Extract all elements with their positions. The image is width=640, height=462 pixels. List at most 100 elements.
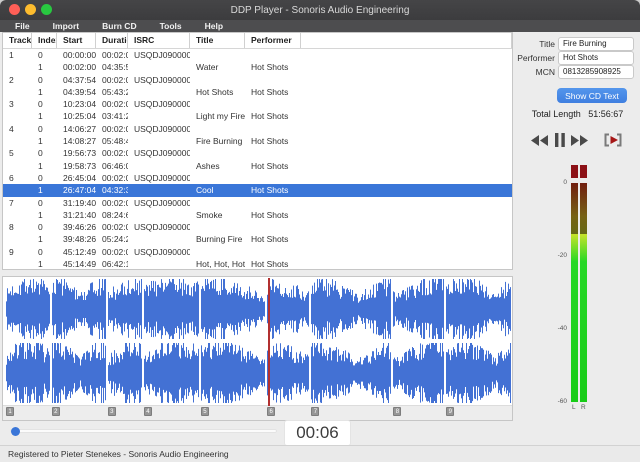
cell-title bbox=[190, 49, 245, 61]
title-bar[interactable]: DDP Player - Sonoris Audio Engineering bbox=[0, 0, 640, 20]
rewind-icon bbox=[531, 134, 548, 146]
fast-forward-button[interactable] bbox=[571, 134, 589, 146]
pause-button[interactable] bbox=[555, 133, 565, 147]
cell-performer: Hot Shots bbox=[251, 111, 289, 122]
column-header-index[interactable]: Index bbox=[32, 33, 57, 48]
zoom-window-button[interactable] bbox=[41, 4, 52, 15]
show-cd-text-button[interactable]: Show CD Text bbox=[557, 88, 627, 103]
track-marker-flag: 7 bbox=[311, 407, 320, 416]
table-row[interactable]: 3 0 10:23:04 00:02:00 USQDJ0900003 bbox=[3, 98, 512, 110]
waveform-display[interactable]: 1 2 3 4 5 6 7 8 9 bbox=[2, 276, 513, 421]
cell-title bbox=[190, 74, 245, 86]
track-marker-flag: 8 bbox=[393, 407, 402, 416]
table-row[interactable]: 1 26:47:04 04:32:36 Cool Hot Shots bbox=[3, 184, 512, 197]
menu-item-file[interactable]: File bbox=[15, 21, 30, 31]
total-length-value: 51:56:67 bbox=[588, 109, 624, 119]
cell-performer bbox=[245, 221, 301, 233]
menu-item-burn-cd[interactable]: Burn CD bbox=[102, 21, 136, 31]
title-field[interactable]: Fire Burning bbox=[558, 37, 634, 51]
column-header-title[interactable]: Title bbox=[190, 33, 245, 48]
column-header-isrc[interactable]: ISRC bbox=[128, 33, 190, 48]
playhead-line[interactable] bbox=[268, 278, 270, 406]
cell-track bbox=[3, 61, 32, 73]
cell-index: 0 bbox=[38, 148, 43, 159]
table-row[interactable]: 1 10:25:04 03:41:23 Light my Fire Hot Shots bbox=[3, 110, 512, 122]
cell-performer: Hot Shots bbox=[251, 259, 289, 270]
cell-start: 19:58:73 bbox=[63, 160, 96, 171]
level-meter-right bbox=[580, 183, 587, 402]
table-row[interactable]: 1 39:48:26 05:24:23 Burning Fire Hot Shots bbox=[3, 233, 512, 245]
table-row[interactable]: 1 45:14:49 06:42:18 Hot, Hot, Hot Hot Shots bbox=[3, 258, 512, 270]
column-header-track[interactable]: Track bbox=[3, 33, 32, 48]
mcn-field[interactable]: 0813285908925 bbox=[558, 65, 634, 79]
cell-title bbox=[190, 98, 245, 110]
column-header-duration[interactable]: Duration bbox=[96, 33, 128, 48]
cell-performer bbox=[245, 246, 301, 258]
cell-index: 1 bbox=[38, 259, 43, 270]
cell-title: Hot, Hot, Hot bbox=[196, 259, 245, 270]
seek-slider-handle[interactable] bbox=[11, 427, 21, 436]
track-marker-strip bbox=[3, 405, 512, 420]
table-row[interactable]: 9 0 45:12:49 00:02:00 USQDJ0900009 bbox=[3, 246, 512, 258]
table-row[interactable]: 2 0 04:37:54 00:02:00 USQDJ0900002 bbox=[3, 74, 512, 86]
cell-title: Smoke bbox=[196, 209, 223, 220]
cell-index: 0 bbox=[38, 222, 43, 233]
cell-isrc: USQDJ0900009 bbox=[134, 246, 190, 257]
cd-text-panel: Title Fire Burning Performer Hot Shots M… bbox=[515, 31, 640, 445]
menu-item-help[interactable]: Help bbox=[205, 21, 223, 31]
table-row[interactable]: 5 0 19:56:73 00:02:00 USQDJ0900005 bbox=[3, 147, 512, 159]
column-header-start[interactable]: Start bbox=[57, 33, 96, 48]
cell-index: 1 bbox=[38, 86, 43, 97]
table-row[interactable]: 1 31:21:40 08:24:61 Smoke Hot Shots bbox=[3, 209, 512, 221]
total-length: Total Length 51:56:67 bbox=[515, 109, 640, 119]
cell-track bbox=[3, 258, 32, 269]
cell-performer bbox=[245, 147, 301, 159]
table-row[interactable]: 4 0 14:06:27 00:02:00 USQDJ0900004 bbox=[3, 123, 512, 135]
cell-duration: 03:41:23 bbox=[102, 111, 128, 122]
cell-isrc: USQDJ0900007 bbox=[134, 197, 190, 208]
cell-start: 14:08:27 bbox=[63, 136, 96, 147]
rewind-button[interactable] bbox=[531, 134, 549, 146]
seek-slider-track[interactable] bbox=[10, 429, 277, 433]
menu-item-import[interactable]: Import bbox=[53, 21, 79, 31]
cell-isrc: USQDJ0900006 bbox=[134, 172, 190, 183]
cell-title: Ashes bbox=[196, 160, 220, 171]
close-window-button[interactable] bbox=[9, 4, 20, 15]
table-row[interactable]: 1 04:39:54 05:43:25 Hot Shots Hot Shots bbox=[3, 86, 512, 98]
table-row[interactable]: 1 19:58:73 06:46:06 Ashes Hot Shots bbox=[3, 160, 512, 172]
cell-duration: 00:02:00 bbox=[102, 197, 128, 208]
performer-field[interactable]: Hot Shots bbox=[558, 51, 634, 65]
pause-icon bbox=[555, 133, 565, 147]
table-row[interactable]: 7 0 31:19:40 00:02:00 USQDJ0900007 bbox=[3, 197, 512, 209]
cell-duration: 00:02:00 bbox=[102, 123, 128, 134]
time-display: 00:06 bbox=[285, 421, 350, 445]
cell-isrc: USQDJ0900005 bbox=[134, 148, 190, 159]
table-row[interactable]: 6 0 26:45:04 00:02:00 USQDJ0900006 bbox=[3, 172, 512, 184]
cell-title bbox=[190, 221, 245, 233]
cell-isrc bbox=[128, 135, 190, 147]
column-header-performer[interactable]: Performer bbox=[245, 33, 301, 48]
cell-index: 1 bbox=[38, 136, 43, 147]
cell-performer: Hot Shots bbox=[251, 86, 289, 97]
play-selection-button[interactable] bbox=[603, 133, 623, 147]
minimize-window-button[interactable] bbox=[25, 4, 36, 15]
cell-title: Cool bbox=[196, 185, 214, 196]
level-meter-left bbox=[571, 183, 578, 402]
table-body: 1000:00:0000:02:00USQDJ0900001100:02:000… bbox=[3, 49, 512, 270]
cell-index: 1 bbox=[38, 234, 43, 245]
cell-start: 39:46:26 bbox=[63, 222, 96, 233]
table-row[interactable]: 1 0 00:00:00 00:02:00 USQDJ0900001 bbox=[3, 49, 512, 61]
cell-index: 1 bbox=[38, 185, 43, 196]
cell-track bbox=[3, 86, 32, 98]
table-row[interactable]: 8 0 39:46:26 00:02:00 USQDJ0900008 bbox=[3, 221, 512, 233]
table-row[interactable]: 1 14:08:27 05:48:46 Fire Burning Hot Shots bbox=[3, 135, 512, 147]
cell-start: 45:12:49 bbox=[63, 246, 96, 257]
cell-performer bbox=[245, 123, 301, 135]
cell-duration: 00:02:00 bbox=[102, 222, 128, 233]
cell-duration: 00:02:00 bbox=[102, 172, 128, 183]
mcn-field-label: MCN bbox=[535, 67, 555, 77]
track-marker-flag: 6 bbox=[267, 407, 276, 416]
table-row[interactable]: 1 00:02:00 04:35:54 Water Hot Shots bbox=[3, 61, 512, 73]
cell-duration: 04:32:36 bbox=[102, 185, 128, 196]
menu-item-tools[interactable]: Tools bbox=[160, 21, 182, 31]
